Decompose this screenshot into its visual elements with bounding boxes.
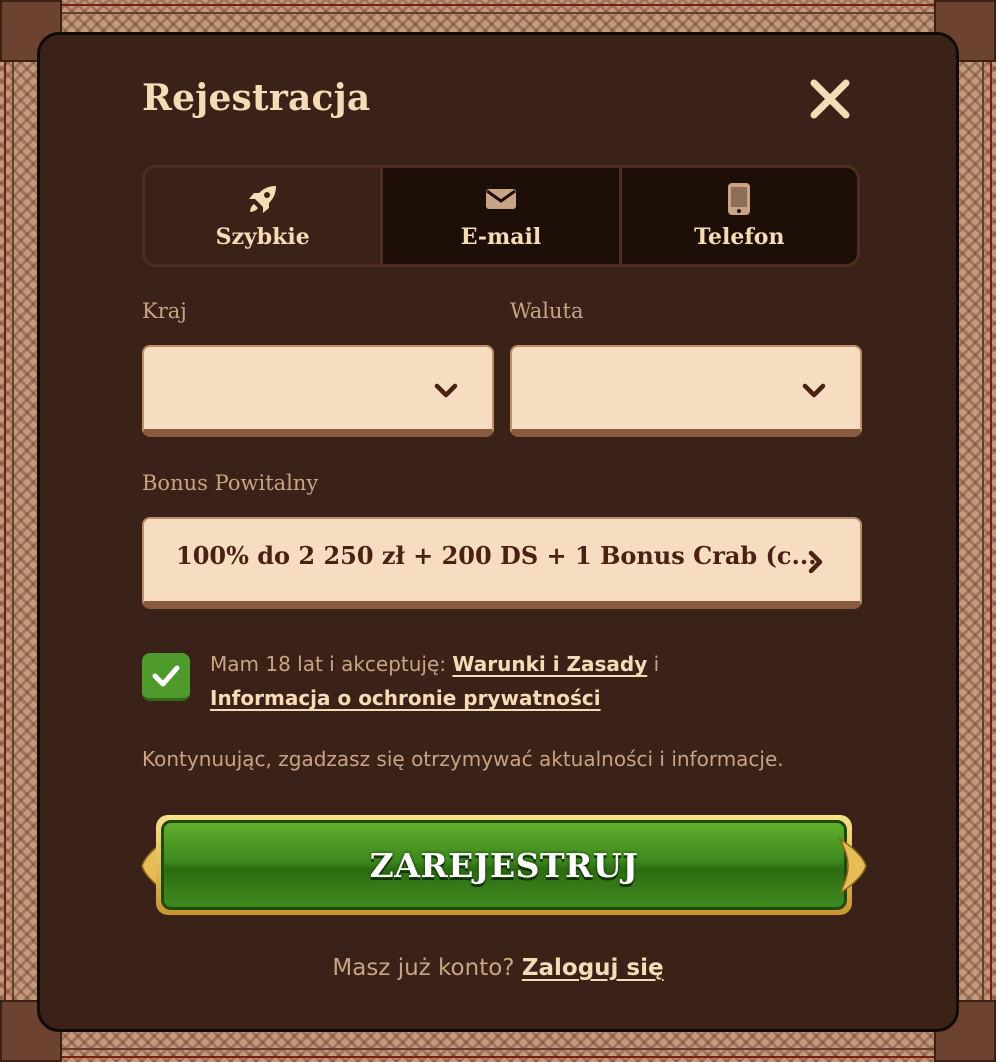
login-link[interactable]: Zaloguj się bbox=[522, 955, 664, 981]
currency-select[interactable] bbox=[510, 345, 862, 437]
registration-modal: Rejestracja Szybkie E-mail Telefon Kraj … bbox=[37, 32, 959, 1032]
terms-prefix: Mam 18 lat i akceptuję: bbox=[210, 652, 447, 676]
phone-icon bbox=[727, 182, 751, 216]
tab-quick[interactable]: Szybkie bbox=[145, 168, 384, 264]
register-button-wrap: ZAREJESTRUJ bbox=[141, 811, 867, 921]
terms-checkbox[interactable] bbox=[142, 653, 190, 701]
checkmark-icon bbox=[152, 665, 180, 686]
currency-label: Waluta bbox=[510, 299, 584, 323]
terms-text: Mam 18 lat i akceptuję: Warunki i Zasady… bbox=[210, 647, 770, 715]
marketing-notice: Kontynuując, zgadzasz się otrzymywać akt… bbox=[142, 747, 784, 771]
tab-phone-label: Telefon bbox=[694, 224, 785, 250]
bonus-select[interactable]: 100% do 2 250 zł + 200 DS + 1 Bonus Crab… bbox=[142, 517, 862, 609]
register-button[interactable]: ZAREJESTRUJ bbox=[156, 815, 852, 915]
login-prompt-text: Masz już konto? bbox=[332, 955, 515, 981]
terms-link[interactable]: Warunki i Zasady bbox=[452, 652, 647, 676]
terms-join: i bbox=[653, 652, 660, 676]
bonus-value: 100% do 2 250 zł + 200 DS + 1 Bonus Crab… bbox=[176, 541, 817, 570]
bonus-label: Bonus Powitalny bbox=[142, 471, 319, 495]
chevron-right-icon bbox=[808, 550, 823, 574]
tab-phone[interactable]: Telefon bbox=[622, 168, 857, 264]
privacy-link[interactable]: Informacja o ochronie prywatności bbox=[210, 686, 601, 710]
login-prompt: Masz już konto? Zaloguj się bbox=[40, 955, 956, 981]
right-wing-ornament bbox=[838, 836, 867, 896]
close-icon bbox=[810, 79, 850, 119]
country-label: Kraj bbox=[142, 299, 187, 323]
country-select[interactable] bbox=[142, 345, 494, 437]
rocket-icon bbox=[246, 182, 280, 216]
tab-email[interactable]: E-mail bbox=[383, 168, 622, 264]
chevron-down-icon bbox=[802, 383, 826, 398]
registration-method-tabs: Szybkie E-mail Telefon bbox=[142, 165, 860, 267]
tab-email-label: E-mail bbox=[460, 224, 542, 250]
chevron-down-icon bbox=[434, 383, 458, 398]
modal-title: Rejestracja bbox=[142, 77, 371, 119]
register-button-label: ZAREJESTRUJ bbox=[161, 820, 847, 910]
close-button[interactable] bbox=[808, 77, 852, 121]
envelope-icon bbox=[485, 182, 517, 216]
tab-quick-label: Szybkie bbox=[215, 224, 310, 250]
